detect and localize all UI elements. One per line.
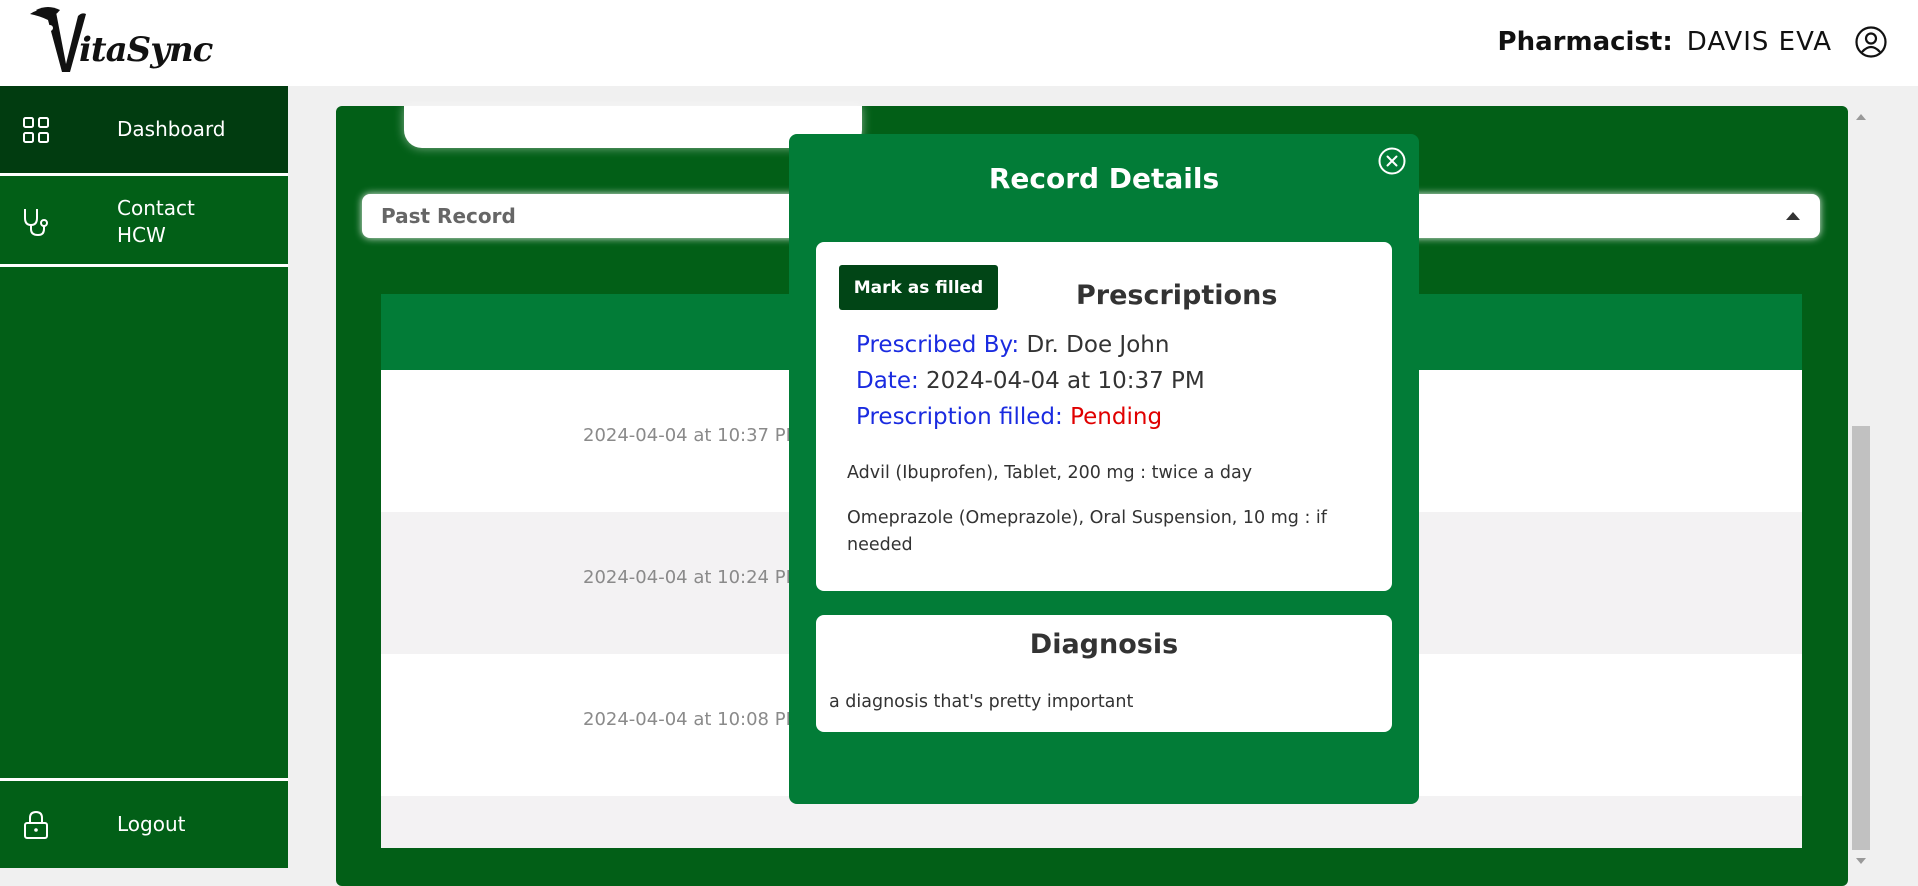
prescribed-by-value: Dr. Doe John [1026, 332, 1170, 358]
role-label: Pharmacist: [1497, 27, 1673, 57]
record-date: 2024-04-04 at 10:24 PM [583, 567, 802, 588]
logo-text: itaSync [79, 30, 213, 70]
top-header: itaSync Pharmacist: DAVIS EVA [0, 0, 1918, 86]
user-account-icon[interactable] [1854, 25, 1888, 59]
caret-up-icon [1786, 212, 1800, 220]
modal-title: Record Details [988, 162, 1220, 195]
prescription-filled: Prescription filled: Pending [856, 404, 1162, 430]
user-area: Pharmacist: DAVIS EVA [1498, 20, 1888, 64]
diagnosis-text: a diagnosis that's pretty important [829, 692, 1134, 712]
record-details-modal: Record Details Mark as filled Prescripti… [789, 134, 1419, 804]
lock-icon [24, 810, 48, 839]
sidebar: Dashboard Contact HCW Logout [0, 86, 288, 868]
sidebar-item-label: Contact HCW [117, 195, 195, 247]
past-record-label: Past Record [381, 204, 516, 228]
date-label: Date: [856, 368, 919, 394]
date-value: 2024-04-04 at 10:37 PM [926, 368, 1205, 394]
filled-label: Prescription filled: [856, 404, 1063, 430]
medication-item: Advil (Ibuprofen), Tablet, 200 mg : twic… [847, 463, 1253, 483]
scroll-down-icon[interactable] [1856, 858, 1866, 864]
prescriptions-title: Prescriptions [1076, 280, 1278, 311]
record-date: 2024-04-04 at 10:08 PM [583, 709, 802, 730]
diagnosis-title: Diagnosis [1029, 629, 1179, 660]
logo-mark-icon [30, 7, 86, 72]
grid-icon [23, 116, 49, 143]
scrollbar[interactable] [1852, 108, 1870, 868]
prescriptions-card: Mark as filled Prescriptions Prescribed … [816, 242, 1392, 591]
scroll-thumb[interactable] [1852, 426, 1870, 850]
sidebar-item-logout[interactable]: Logout [0, 778, 288, 868]
prescription-date: Date: 2024-04-04 at 10:37 PM [856, 368, 1205, 394]
diagnosis-card: Diagnosis a diagnosis that's pretty impo… [816, 615, 1392, 732]
medication-item: Omeprazole (Omeprazole), Oral Suspension… [847, 508, 1327, 555]
record-date: 2024-04-04 at 10:37 PM [583, 425, 802, 446]
mark-as-filled-button[interactable]: Mark as filled [839, 265, 998, 310]
prescribed-by-label: Prescribed By: [856, 332, 1020, 358]
prescribed-by: Prescribed By: Dr. Doe John [856, 332, 1169, 358]
sidebar-item-dashboard[interactable]: Dashboard [0, 86, 288, 176]
sidebar-item-label: Logout [117, 812, 186, 836]
sidebar-item-contact-hcw[interactable]: Contact HCW [0, 179, 288, 267]
scroll-up-icon[interactable] [1856, 114, 1866, 120]
stethoscope-icon [24, 208, 48, 236]
filled-status-badge: Pending [1070, 404, 1163, 430]
sidebar-item-label: Dashboard [117, 117, 226, 141]
close-icon[interactable] [1377, 146, 1407, 176]
vitasync-logo[interactable]: itaSync [26, 4, 213, 80]
user-name: DAVIS EVA [1686, 27, 1832, 57]
